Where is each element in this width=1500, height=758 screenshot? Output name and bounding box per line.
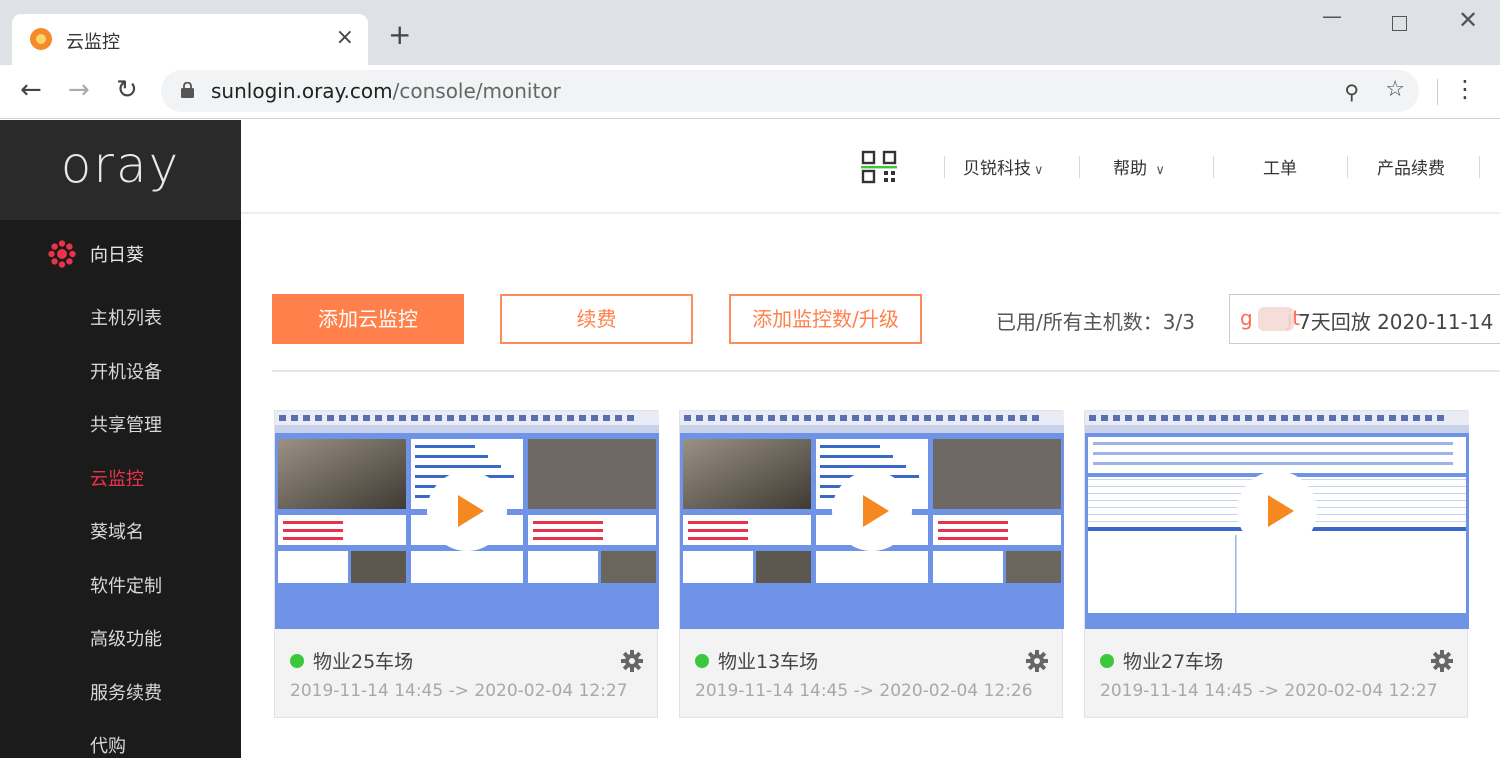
plan-selector[interactable]: gjt 7天回放 2020-11-14 <box>1229 294 1500 344</box>
tab-close-icon[interactable]: × <box>336 24 354 52</box>
top-bar: 贝锐科技 ∨ 帮助 ∨ 工单 产品续费 <box>241 120 1500 214</box>
monitor-card[interactable]: 物业13车场 2019-11-14 14:45 -> 2020-02-04 12:… <box>679 410 1064 718</box>
play-icon[interactable] <box>427 471 507 551</box>
monitor-time-range: 2019-11-14 14:45 -> 2020-02-04 12:26 <box>695 681 1033 701</box>
play-icon[interactable] <box>1237 471 1317 551</box>
top-separator <box>1479 156 1480 178</box>
monitor-thumbnail[interactable] <box>680 411 1064 629</box>
play-icon[interactable] <box>832 471 912 551</box>
top-separator <box>944 156 945 178</box>
sunlogin-favicon-icon <box>30 28 52 50</box>
address-bar[interactable]: sunlogin.oray.com/console/monitor ⚲ ☆ <box>161 70 1419 112</box>
reload-icon[interactable]: ↻ <box>116 75 138 105</box>
back-arrow-icon[interactable]: ← <box>20 75 42 105</box>
monitor-time-range: 2019-11-14 14:45 -> 2020-02-04 12:27 <box>290 681 628 701</box>
sidebar-item[interactable]: 主机列表 <box>90 304 162 330</box>
upgrade-button[interactable]: 添加监控数/升级 <box>729 294 922 344</box>
monitor-name: 物业13车场 <box>718 651 819 673</box>
sunflower-icon <box>48 240 76 268</box>
sidebar-item[interactable]: 软件定制 <box>90 572 162 598</box>
zoom-icon[interactable]: ⚲ <box>1344 80 1359 104</box>
top-separator <box>1213 156 1214 178</box>
new-tab-icon[interactable]: + <box>388 20 411 50</box>
browser-menu-icon[interactable]: ⋮ <box>1453 77 1477 101</box>
gear-icon[interactable] <box>1026 650 1048 672</box>
redacted-text <box>1258 307 1294 331</box>
monitor-name: 物业27车场 <box>1123 651 1224 673</box>
window-maximize-icon[interactable] <box>1392 16 1407 31</box>
product-label: 向日葵 <box>90 245 144 266</box>
sidebar-item[interactable]: 服务续费 <box>90 679 162 705</box>
company-menu[interactable]: 贝锐科技 ∨ <box>963 154 1044 179</box>
add-monitor-button[interactable]: 添加云监控 <box>272 294 464 344</box>
top-separator <box>1347 156 1348 178</box>
renew-link[interactable]: 产品续费 <box>1377 154 1445 179</box>
renew-button[interactable]: 续费 <box>500 294 693 344</box>
url-host: sunlogin.oray.com <box>211 79 393 103</box>
window-minimize-icon[interactable]: — <box>1322 4 1342 28</box>
url-text: sunlogin.oray.com/console/monitor <box>211 79 561 103</box>
window-close-icon[interactable]: ✕ <box>1458 6 1478 34</box>
lock-icon <box>181 82 194 98</box>
toolbar-separator <box>1437 79 1438 105</box>
browser-tab-strip: 云监控 × + — ✕ <box>0 0 1500 65</box>
plan-name-prefix: g <box>1240 306 1253 330</box>
monitor-thumbnail[interactable] <box>275 411 659 629</box>
sidebar-item[interactable]: 云监控 <box>90 465 144 491</box>
sidebar-item[interactable]: 代购 <box>90 732 126 758</box>
ticket-link[interactable]: 工单 <box>1263 154 1297 179</box>
online-status-icon <box>1100 654 1114 668</box>
browser-tab[interactable]: 云监控 × <box>12 14 368 65</box>
help-menu[interactable]: 帮助 ∨ <box>1113 154 1165 179</box>
sidebar-item[interactable]: 开机设备 <box>90 358 162 384</box>
chevron-down-icon: ∨ <box>1155 163 1165 178</box>
logo-area: oray <box>0 120 241 220</box>
chevron-down-icon: ∨ <box>1034 163 1044 178</box>
monitor-time-range: 2019-11-14 14:45 -> 2020-02-04 12:27 <box>1100 681 1438 701</box>
gear-icon[interactable] <box>621 650 643 672</box>
top-separator <box>1079 156 1080 178</box>
divider <box>272 370 1500 372</box>
bookmark-star-icon[interactable]: ☆ <box>1385 77 1405 102</box>
tab-title: 云监控 <box>66 32 120 53</box>
online-status-icon <box>290 654 304 668</box>
monitor-name: 物业25车场 <box>313 651 414 673</box>
sidebar-item[interactable]: 高级功能 <box>90 625 162 651</box>
browser-toolbar: ← → ↻ sunlogin.oray.com/console/monitor … <box>0 65 1500 119</box>
sidebar-item[interactable]: 共享管理 <box>90 411 162 437</box>
help-label: 帮助 <box>1113 159 1147 179</box>
qr-code-icon[interactable] <box>861 150 897 184</box>
company-label: 贝锐科技 <box>963 159 1031 179</box>
monitor-card[interactable]: 物业25车场 2019-11-14 14:45 -> 2020-02-04 12:… <box>274 410 659 718</box>
oray-logo[interactable]: oray <box>0 136 241 194</box>
monitor-thumbnail[interactable] <box>1085 411 1469 629</box>
sidebar: oray 向日葵 主机列表开机设备共享管理云监控葵域名软件定制高级功能服务续费代… <box>0 120 241 758</box>
plan-text: 7天回放 2020-11-14 <box>1298 310 1494 334</box>
forward-arrow-icon[interactable]: → <box>68 75 90 105</box>
monitor-card[interactable]: 物业27车场 2019-11-14 14:45 -> 2020-02-04 12:… <box>1084 410 1469 718</box>
online-status-icon <box>695 654 709 668</box>
url-path: /console/monitor <box>392 79 561 103</box>
gear-icon[interactable] <box>1431 650 1453 672</box>
host-count: 已用/所有主机数：3/3 <box>996 310 1195 334</box>
sidebar-item[interactable]: 葵域名 <box>90 518 144 544</box>
